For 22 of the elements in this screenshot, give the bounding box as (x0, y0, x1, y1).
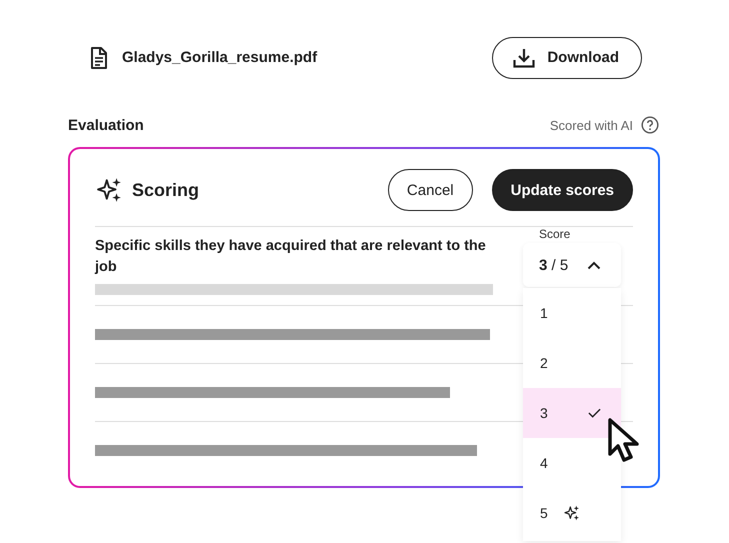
score-option[interactable]: 1 (523, 288, 621, 338)
help-icon (641, 116, 659, 134)
score-option[interactable]: 3 (523, 388, 621, 438)
section-title: Evaluation (68, 116, 145, 134)
card-title: Scoring (132, 180, 200, 200)
sparkle-icon (97, 177, 122, 203)
chevron-up-icon (587, 260, 601, 270)
cancel-button[interactable]: Cancel (388, 169, 473, 211)
score-label: Score (538, 227, 572, 243)
score-option[interactable]: 5 (523, 488, 621, 538)
document-icon (90, 46, 108, 68)
check-icon (588, 408, 601, 418)
score-option[interactable]: 4 (523, 438, 621, 488)
sparkle-icon (564, 505, 580, 521)
criterion-text: Specific skills they have acquired that are relevant to the job (95, 237, 487, 277)
update-scores-button[interactable]: Update scores (492, 169, 633, 211)
file-name: Gladys_Gorilla_resume.pdf (122, 49, 318, 66)
score-select[interactable]: 3 / 5 (523, 243, 621, 287)
ai-note: Scored with AI (550, 118, 633, 132)
download-button[interactable]: Download (492, 36, 642, 78)
score-option[interactable]: 2 (523, 338, 621, 388)
download-icon (513, 48, 536, 68)
